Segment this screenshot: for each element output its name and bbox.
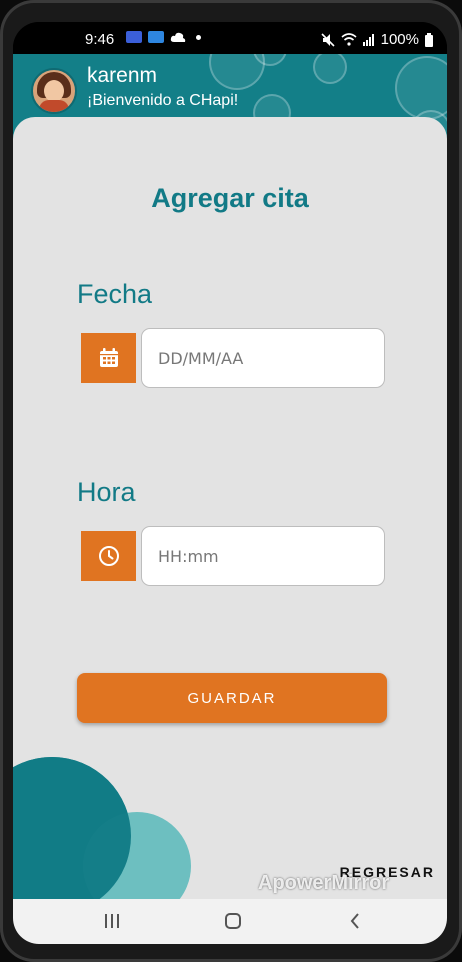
clock-icon — [98, 546, 119, 566]
status-system: 100% — [321, 31, 433, 48]
signal-icon — [362, 33, 374, 46]
back-button[interactable] — [340, 909, 370, 933]
navigation-bar — [13, 899, 447, 944]
recent-apps-icon — [105, 914, 119, 928]
header-bubble-decoration — [395, 56, 447, 120]
home-icon — [225, 913, 241, 929]
wifi-icon — [341, 33, 357, 46]
mute-icon — [321, 32, 335, 47]
back-icon — [350, 913, 359, 929]
calendar-icon — [99, 348, 118, 367]
decorative-circle-large-front — [13, 757, 131, 899]
screen: 9:46 100% karenm ¡Bienvenido a CHapi! Ag… — [13, 22, 447, 944]
dot-icon — [196, 34, 201, 40]
watermark: ApowerMirror — [258, 872, 390, 894]
battery-level: 100% — [380, 31, 419, 48]
photos-app-icon — [148, 31, 164, 43]
status-notifications — [126, 31, 201, 43]
date-picker-button[interactable] — [81, 333, 136, 383]
time-field[interactable]: HH:mm — [141, 526, 385, 586]
appointment-card: Agregar cita Fecha DD/MM/AA Hora HH:mm G… — [13, 117, 447, 899]
battery-icon — [425, 32, 433, 47]
home-button[interactable] — [218, 909, 248, 933]
header-bubble-decoration — [313, 54, 347, 84]
username: karenm — [87, 64, 158, 87]
avatar-shirt — [39, 100, 69, 112]
recent-apps-button[interactable] — [97, 909, 127, 933]
cloud-icon — [170, 32, 186, 42]
status-bar: 9:46 100% — [13, 22, 447, 54]
avatar[interactable] — [31, 68, 77, 114]
date-field[interactable]: DD/MM/AA — [141, 328, 385, 388]
status-time: 9:46 — [85, 31, 115, 48]
notification-app-icon — [126, 31, 142, 43]
welcome-message: ¡Bienvenido a CHapi! — [87, 92, 239, 109]
time-picker-button[interactable] — [81, 531, 136, 581]
date-label: Fecha — [77, 279, 153, 309]
time-label: Hora — [77, 477, 136, 507]
avatar-face — [44, 80, 64, 102]
save-button[interactable]: GUARDAR — [77, 673, 387, 723]
page-title: Agregar cita — [151, 183, 309, 213]
